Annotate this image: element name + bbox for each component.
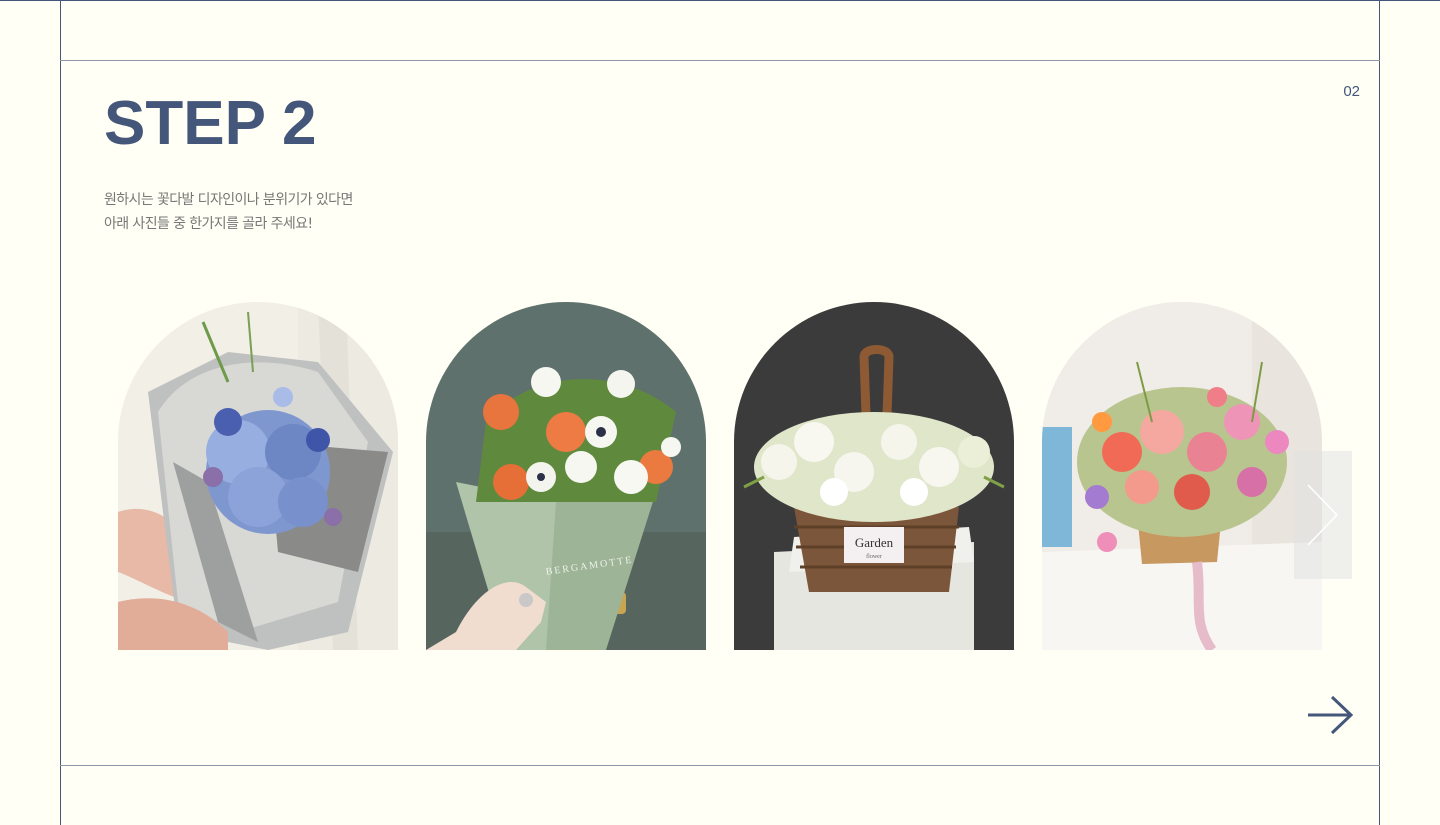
gallery-card-freesia-basket[interactable]: Garden flower: [734, 302, 1014, 650]
bouquet-gallery: BERGAMOTTE Garden flower: [118, 302, 1322, 650]
gallery-card-pink-basket[interactable]: [1042, 302, 1322, 650]
chevron-right-icon: [1307, 484, 1339, 546]
description-line-1: 원하시는 꽃다발 디자인이나 분위기가 있다면: [104, 192, 353, 208]
gallery-card-tulip-bouquet[interactable]: BERGAMOTTE: [426, 302, 706, 650]
step-number: 02: [1343, 83, 1360, 100]
description-line-2: 아래 사진들 중 한가지를 골라 주세요!: [104, 216, 313, 232]
frame-left-line: [60, 0, 61, 825]
slider-next-button[interactable]: [1294, 451, 1352, 579]
top-border: [0, 0, 1440, 1]
section-top-divider: [60, 60, 1380, 61]
step-description: 원하시는 꽃다발 디자인이나 분위기가 있다면 아래 사진들 중 한가지를 골라…: [104, 188, 353, 236]
blue-bouquet-image: [118, 302, 398, 650]
section-bottom-divider: [60, 765, 1380, 766]
gallery-card-blue-bouquet[interactable]: [118, 302, 398, 650]
basket-tag-sub: flower: [866, 553, 882, 560]
tulip-bouquet-image: BERGAMOTTE: [426, 302, 706, 650]
freesia-basket-image: Garden flower: [734, 302, 1014, 650]
next-step-button[interactable]: [1306, 694, 1354, 736]
pink-basket-image: [1042, 302, 1322, 650]
arrow-right-icon: [1308, 695, 1354, 735]
step-title: STEP 2: [104, 89, 317, 158]
basket-tag-title: Garden: [855, 535, 894, 550]
frame-right-line: [1379, 0, 1380, 825]
